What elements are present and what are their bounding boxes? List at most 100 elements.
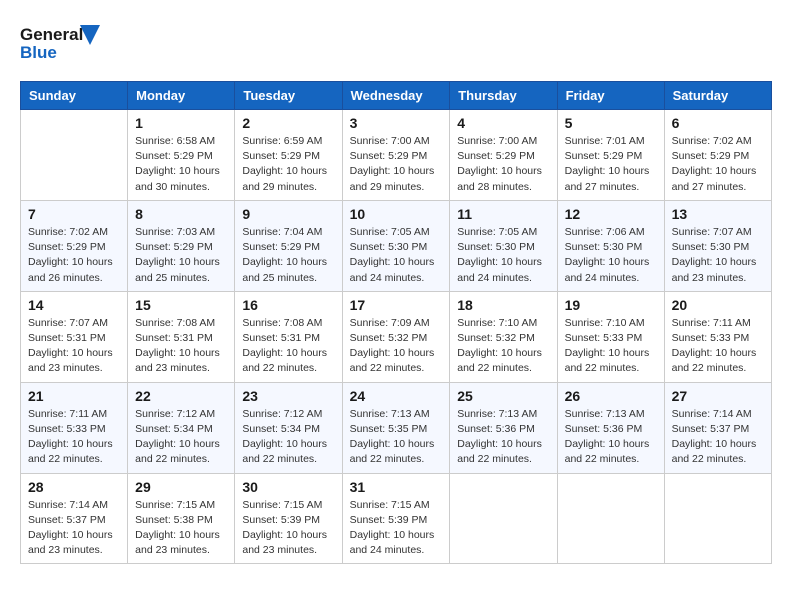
page-header: GeneralBlue bbox=[20, 20, 772, 65]
calendar-cell: 18 Sunrise: 7:10 AM Sunset: 5:32 PM Dayli… bbox=[450, 291, 557, 382]
calendar-cell: 22Sunrise: 7:12 AM Sunset: 5:34 PM Dayli… bbox=[128, 382, 235, 473]
day-info: Sunrise: 7:10 AM Sunset: 5:33 PM Dayligh… bbox=[565, 316, 657, 377]
calendar-week-row: 14 Sunrise: 7:07 AM Sunset: 5:31 PM Dayli… bbox=[21, 291, 772, 382]
day-number: 7 bbox=[28, 206, 120, 222]
day-number: 29 bbox=[135, 479, 227, 495]
day-number: 17 bbox=[350, 297, 443, 313]
day-info: Sunrise: 7:02 AM Sunset: 5:29 PM Dayligh… bbox=[672, 134, 764, 195]
day-number: 15 bbox=[135, 297, 227, 313]
weekday-header: Monday bbox=[128, 82, 235, 110]
day-info: Sunrise: 7:07 AM Sunset: 5:31 PM Dayligh… bbox=[28, 316, 120, 377]
day-number: 13 bbox=[672, 206, 764, 222]
calendar-cell bbox=[450, 473, 557, 564]
calendar-table: SundayMondayTuesdayWednesdayThursdayFrid… bbox=[20, 81, 772, 564]
day-info: Sunrise: 7:04 AM Sunset: 5:29 PM Dayligh… bbox=[242, 225, 334, 286]
weekday-header: Sunday bbox=[21, 82, 128, 110]
calendar-cell: 23 Sunrise: 7:12 AM Sunset: 5:34 PM Dayli… bbox=[235, 382, 342, 473]
calendar-cell: 1Sunrise: 6:58 AM Sunset: 5:29 PM Daylig… bbox=[128, 110, 235, 201]
day-number: 22 bbox=[135, 388, 227, 404]
day-number: 21 bbox=[28, 388, 120, 404]
day-info: Sunrise: 7:15 AM Sunset: 5:39 PM Dayligh… bbox=[350, 498, 443, 559]
calendar-week-row: 21 Sunrise: 7:11 AM Sunset: 5:33 PM Dayli… bbox=[21, 382, 772, 473]
day-info: Sunrise: 7:10 AM Sunset: 5:32 PM Dayligh… bbox=[457, 316, 549, 377]
calendar-cell: 26 Sunrise: 7:13 AM Sunset: 5:36 PM Dayli… bbox=[557, 382, 664, 473]
calendar-cell bbox=[21, 110, 128, 201]
day-info: Sunrise: 7:02 AM Sunset: 5:29 PM Dayligh… bbox=[28, 225, 120, 286]
day-info: Sunrise: 7:08 AM Sunset: 5:31 PM Dayligh… bbox=[242, 316, 334, 377]
day-info: Sunrise: 7:00 AM Sunset: 5:29 PM Dayligh… bbox=[457, 134, 549, 195]
day-info: Sunrise: 7:00 AM Sunset: 5:29 PM Dayligh… bbox=[350, 134, 443, 195]
day-info: Sunrise: 6:58 AM Sunset: 5:29 PM Dayligh… bbox=[135, 134, 227, 195]
calendar-cell: 7 Sunrise: 7:02 AM Sunset: 5:29 PM Daylig… bbox=[21, 200, 128, 291]
calendar-cell: 15 Sunrise: 7:08 AM Sunset: 5:31 PM Dayli… bbox=[128, 291, 235, 382]
calendar-cell: 20 Sunrise: 7:11 AM Sunset: 5:33 PM Dayli… bbox=[664, 291, 771, 382]
calendar-cell: 11 Sunrise: 7:05 AM Sunset: 5:30 PM Dayli… bbox=[450, 200, 557, 291]
day-info: Sunrise: 7:12 AM Sunset: 5:34 PM Dayligh… bbox=[242, 407, 334, 468]
calendar-cell: 8 Sunrise: 7:03 AM Sunset: 5:29 PM Daylig… bbox=[128, 200, 235, 291]
calendar-header-row: SundayMondayTuesdayWednesdayThursdayFrid… bbox=[21, 82, 772, 110]
calendar-cell: 13Sunrise: 7:07 AM Sunset: 5:30 PM Dayli… bbox=[664, 200, 771, 291]
calendar-cell: 2 Sunrise: 6:59 AM Sunset: 5:29 PM Daylig… bbox=[235, 110, 342, 201]
calendar-cell bbox=[664, 473, 771, 564]
day-number: 11 bbox=[457, 206, 549, 222]
calendar-cell: 14 Sunrise: 7:07 AM Sunset: 5:31 PM Dayli… bbox=[21, 291, 128, 382]
day-info: Sunrise: 7:05 AM Sunset: 5:30 PM Dayligh… bbox=[457, 225, 549, 286]
svg-text:Blue: Blue bbox=[20, 43, 57, 62]
day-number: 27 bbox=[672, 388, 764, 404]
calendar-cell: 29 Sunrise: 7:15 AM Sunset: 5:38 PM Dayli… bbox=[128, 473, 235, 564]
calendar-cell: 6 Sunrise: 7:02 AM Sunset: 5:29 PM Daylig… bbox=[664, 110, 771, 201]
calendar-cell: 19 Sunrise: 7:10 AM Sunset: 5:33 PM Dayli… bbox=[557, 291, 664, 382]
weekday-header: Friday bbox=[557, 82, 664, 110]
day-number: 16 bbox=[242, 297, 334, 313]
day-info: Sunrise: 7:09 AM Sunset: 5:32 PM Dayligh… bbox=[350, 316, 443, 377]
day-number: 6 bbox=[672, 115, 764, 131]
day-number: 5 bbox=[565, 115, 657, 131]
day-number: 10 bbox=[350, 206, 443, 222]
day-number: 31 bbox=[350, 479, 443, 495]
day-info: Sunrise: 7:01 AM Sunset: 5:29 PM Dayligh… bbox=[565, 134, 657, 195]
day-info: Sunrise: 7:13 AM Sunset: 5:36 PM Dayligh… bbox=[565, 407, 657, 468]
calendar-cell: 5 Sunrise: 7:01 AM Sunset: 5:29 PM Daylig… bbox=[557, 110, 664, 201]
day-info: Sunrise: 7:11 AM Sunset: 5:33 PM Dayligh… bbox=[28, 407, 120, 468]
calendar-cell: 4 Sunrise: 7:00 AM Sunset: 5:29 PM Daylig… bbox=[450, 110, 557, 201]
day-number: 2 bbox=[242, 115, 334, 131]
day-number: 12 bbox=[565, 206, 657, 222]
weekday-header: Wednesday bbox=[342, 82, 450, 110]
calendar-cell: 21 Sunrise: 7:11 AM Sunset: 5:33 PM Dayli… bbox=[21, 382, 128, 473]
day-info: Sunrise: 6:59 AM Sunset: 5:29 PM Dayligh… bbox=[242, 134, 334, 195]
calendar-cell: 28Sunrise: 7:14 AM Sunset: 5:37 PM Dayli… bbox=[21, 473, 128, 564]
calendar-week-row: 28Sunrise: 7:14 AM Sunset: 5:37 PM Dayli… bbox=[21, 473, 772, 564]
calendar-cell: 25Sunrise: 7:13 AM Sunset: 5:36 PM Dayli… bbox=[450, 382, 557, 473]
day-info: Sunrise: 7:13 AM Sunset: 5:35 PM Dayligh… bbox=[350, 407, 443, 468]
day-number: 19 bbox=[565, 297, 657, 313]
day-number: 8 bbox=[135, 206, 227, 222]
day-info: Sunrise: 7:14 AM Sunset: 5:37 PM Dayligh… bbox=[28, 498, 120, 559]
weekday-header: Thursday bbox=[450, 82, 557, 110]
day-number: 14 bbox=[28, 297, 120, 313]
day-number: 18 bbox=[457, 297, 549, 313]
calendar-cell: 12Sunrise: 7:06 AM Sunset: 5:30 PM Dayli… bbox=[557, 200, 664, 291]
day-info: Sunrise: 7:11 AM Sunset: 5:33 PM Dayligh… bbox=[672, 316, 764, 377]
calendar-cell: 17 Sunrise: 7:09 AM Sunset: 5:32 PM Dayli… bbox=[342, 291, 450, 382]
day-info: Sunrise: 7:03 AM Sunset: 5:29 PM Dayligh… bbox=[135, 225, 227, 286]
day-number: 24 bbox=[350, 388, 443, 404]
logo: GeneralBlue bbox=[20, 20, 100, 65]
day-number: 26 bbox=[565, 388, 657, 404]
calendar-cell: 30 Sunrise: 7:15 AM Sunset: 5:39 PM Dayli… bbox=[235, 473, 342, 564]
calendar-cell: 31 Sunrise: 7:15 AM Sunset: 5:39 PM Dayli… bbox=[342, 473, 450, 564]
day-info: Sunrise: 7:14 AM Sunset: 5:37 PM Dayligh… bbox=[672, 407, 764, 468]
calendar-cell bbox=[557, 473, 664, 564]
day-number: 25 bbox=[457, 388, 549, 404]
day-info: Sunrise: 7:08 AM Sunset: 5:31 PM Dayligh… bbox=[135, 316, 227, 377]
day-number: 20 bbox=[672, 297, 764, 313]
logo-icon: GeneralBlue bbox=[20, 20, 100, 65]
day-info: Sunrise: 7:15 AM Sunset: 5:38 PM Dayligh… bbox=[135, 498, 227, 559]
day-number: 3 bbox=[350, 115, 443, 131]
day-number: 4 bbox=[457, 115, 549, 131]
day-info: Sunrise: 7:15 AM Sunset: 5:39 PM Dayligh… bbox=[242, 498, 334, 559]
calendar-cell: 9Sunrise: 7:04 AM Sunset: 5:29 PM Daylig… bbox=[235, 200, 342, 291]
day-number: 30 bbox=[242, 479, 334, 495]
calendar-week-row: 1Sunrise: 6:58 AM Sunset: 5:29 PM Daylig… bbox=[21, 110, 772, 201]
day-number: 23 bbox=[242, 388, 334, 404]
weekday-header: Tuesday bbox=[235, 82, 342, 110]
